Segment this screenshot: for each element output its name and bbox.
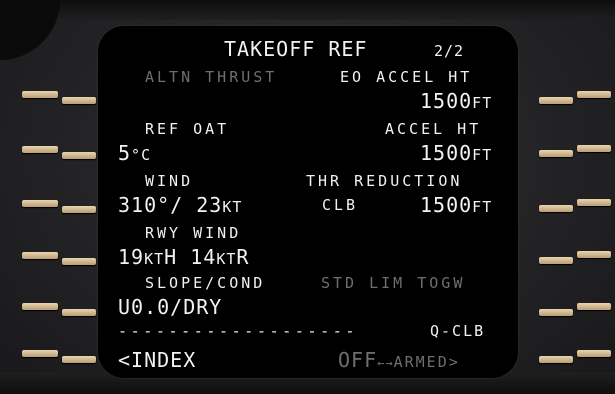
slope-cond-value[interactable]: U0.0/DRY — [118, 297, 222, 317]
thr-reduction-value[interactable]: 1500FT — [420, 195, 492, 215]
page-number: 2/2 — [434, 42, 465, 60]
thr-reduction-mode: CLB — [322, 196, 359, 214]
thr-reduction-label: THR REDUCTION — [306, 172, 463, 190]
lsk-1r-button[interactable] — [539, 97, 573, 104]
std-lim-togw-label: STD LIM TOGW — [321, 274, 466, 292]
ref-oat-value[interactable]: 5°C — [118, 143, 151, 163]
q-clb-label: Q-CLB — [430, 322, 486, 340]
bezel-top-shade — [0, 0, 615, 20]
accel-ht-value[interactable]: 1500FT — [420, 143, 492, 163]
lsk-5r-button-tab[interactable] — [577, 303, 611, 310]
lsk-2l-button[interactable] — [22, 146, 58, 153]
lsk-6l-button-tab[interactable] — [62, 356, 96, 363]
wind-value[interactable]: 310°/ 23KT — [118, 195, 242, 215]
lsk-2l-button-tab[interactable] — [62, 152, 96, 159]
lsk-6r-button-tab[interactable] — [577, 350, 611, 357]
lsk-1l-button[interactable] — [22, 91, 58, 98]
lsk-5l-button[interactable] — [22, 303, 58, 310]
index-link[interactable]: <INDEX — [118, 350, 196, 370]
lsk-6r-button[interactable] — [539, 356, 573, 363]
slope-cond-label: SLOPE/COND — [145, 274, 266, 292]
lsk-4r-button[interactable] — [539, 257, 573, 264]
lsk-3r-button-tab[interactable] — [577, 199, 611, 206]
ref-oat-label: REF OAT — [145, 120, 230, 138]
q-clb-toggle[interactable]: OFF←→ARMED> — [338, 350, 460, 370]
eo-accel-ht-value[interactable]: 1500FT — [420, 91, 492, 111]
wind-label: WIND — [145, 172, 194, 190]
accel-ht-label: ACCEL HT — [385, 120, 482, 138]
lsk-3l-button[interactable] — [22, 200, 58, 207]
lsk-5r-button[interactable] — [539, 309, 573, 316]
lsk-2r-button-tab[interactable] — [577, 145, 611, 152]
lsk-4l-button[interactable] — [22, 252, 58, 259]
rwy-wind-label: RWY WIND — [145, 224, 242, 242]
lsk-1l-button-tab[interactable] — [62, 97, 96, 104]
lsk-3r-button[interactable] — [539, 205, 573, 212]
lsk-5l-button-tab[interactable] — [62, 309, 96, 316]
eo-accel-ht-label: EO ACCEL HT — [340, 68, 473, 86]
lsk-2r-button[interactable] — [539, 150, 573, 157]
lsk-4l-button-tab[interactable] — [62, 258, 96, 265]
divider-line: ------------------- — [118, 322, 358, 340]
lsk-6l-button[interactable] — [22, 350, 58, 357]
lsk-1r-button-tab[interactable] — [577, 91, 611, 98]
lsk-4r-button-tab[interactable] — [577, 251, 611, 258]
altn-thrust-label: ALTN THRUST — [145, 68, 278, 86]
page-title: TAKEOFF REF — [224, 37, 368, 61]
lsk-3l-button-tab[interactable] — [62, 206, 96, 213]
rwy-wind-value: 19KTH 14KTR — [118, 245, 250, 269]
